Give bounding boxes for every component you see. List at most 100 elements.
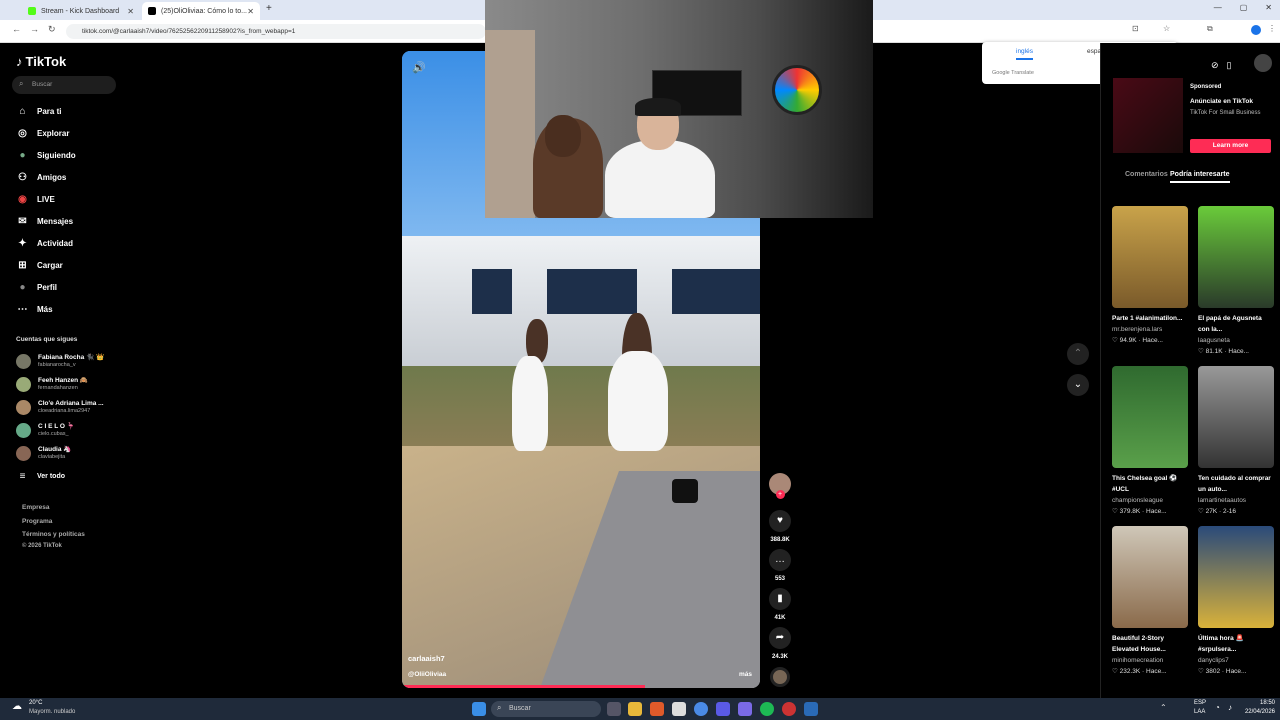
scroll-down-button[interactable]: ⌄ xyxy=(1067,374,1089,396)
creator-avatar[interactable]: + xyxy=(766,473,794,499)
avatar xyxy=(16,445,31,461)
gift-icon[interactable]: ⊘ xyxy=(1211,60,1219,71)
browser-tab-tiktok[interactable]: (25)OliOliviaa: Cómo lo to... ✕ xyxy=(142,2,260,20)
learn-more-button[interactable]: Learn more xyxy=(1190,139,1271,153)
task-view-icon[interactable] xyxy=(607,702,621,716)
following-account[interactable]: Claudia 🦄 claviabejita xyxy=(16,443,71,463)
nav-item-amigos[interactable]: ⚇ Amigos xyxy=(16,169,66,185)
nav-item-actividad[interactable]: ✦ Actividad xyxy=(16,235,73,251)
nav-item-perfil[interactable]: ● Perfil xyxy=(16,279,57,295)
user-avatar[interactable] xyxy=(1254,54,1272,72)
video-sound[interactable]: @OliiOliviaa xyxy=(408,671,446,678)
volume-icon[interactable]: ♪ xyxy=(1228,703,1232,712)
more-link[interactable]: más xyxy=(739,671,752,678)
search-input[interactable]: ⌕ Buscar xyxy=(12,76,116,94)
share-button[interactable]: ➦ 24.3K xyxy=(766,627,794,660)
maximize-icon[interactable]: ▢ xyxy=(1240,3,1248,12)
nav-item-cargar[interactable]: ⊞ Cargar xyxy=(16,257,63,273)
stream-webcam-overlay xyxy=(485,0,873,218)
suggested-video-card[interactable]: Ten cuidado al comprar un auto... lamarti… xyxy=(1198,366,1274,517)
notepad-icon[interactable] xyxy=(672,702,686,716)
weather-temp: 20°C xyxy=(29,700,43,706)
reload-icon[interactable]: ↻ xyxy=(48,24,56,35)
comment-button[interactable]: … 553 xyxy=(766,549,794,582)
footer-link-empresa[interactable]: Empresa xyxy=(22,504,49,511)
nav-item-mensajes[interactable]: ✉ Mensajes xyxy=(16,213,73,229)
follow-plus-icon[interactable]: + xyxy=(775,490,785,499)
compass-icon: ◎ xyxy=(18,127,27,139)
scroll-up-button[interactable]: ⌃ xyxy=(1067,343,1089,365)
brave-icon[interactable] xyxy=(650,702,664,716)
profile-icon: ● xyxy=(19,281,26,293)
taskbar-search[interactable]: ⌕ Buscar xyxy=(491,701,601,717)
app-icon[interactable] xyxy=(782,702,796,716)
footer-link-terminos[interactable]: Términos y políticas xyxy=(22,531,85,538)
kick-favicon xyxy=(28,7,36,15)
tiktok-sidebar: ♪ TikTok ⌕ Buscar ⌂ Para ti ◎ Explorar ● Sigu… xyxy=(0,43,130,698)
language-indicator[interactable]: ESP xyxy=(1194,700,1206,706)
see-all-link[interactable]: ≡ Ver todo xyxy=(16,468,65,484)
tab-podria-interesarte[interactable]: Podría interesarte xyxy=(1170,171,1230,183)
suggested-video-card[interactable]: Beautiful 2-Story Elevated House... minih… xyxy=(1112,526,1188,677)
extensions-icon[interactable]: ⧉ xyxy=(1207,24,1213,34)
browser-tab-kick[interactable]: Stream - Kick Dashboard ✕ xyxy=(22,2,140,20)
video-progress-bar[interactable] xyxy=(402,685,646,688)
tiktok-logo[interactable]: ♪ TikTok xyxy=(16,54,66,69)
profile-avatar[interactable] xyxy=(1251,25,1261,35)
volume-icon[interactable]: 🔊 xyxy=(412,61,426,74)
teams-icon[interactable] xyxy=(716,702,730,716)
new-tab-button[interactable]: + xyxy=(266,3,272,14)
menu-icon[interactable]: ⋮ xyxy=(1268,24,1276,33)
video-username[interactable]: carlaaish7 xyxy=(408,654,445,663)
suggested-video-card[interactable]: Parte 1 #alanimatilon... mr.berenjena.lar… xyxy=(1112,206,1188,346)
url-field[interactable]: tiktok.com/@carlaaish7/video/76252562209… xyxy=(66,24,486,39)
like-button[interactable]: ♥ 388.8K xyxy=(766,510,794,543)
tray-chevron-icon[interactable]: ⌃ xyxy=(1160,703,1167,712)
phone-icon[interactable]: ▯ xyxy=(1227,60,1232,71)
suggested-video-card[interactable]: Última hora 🚨 #srpulsera... danyclips7 ♡ 3… xyxy=(1198,526,1274,677)
ad-image[interactable] xyxy=(1113,78,1183,153)
close-tab-icon[interactable]: ✕ xyxy=(127,7,134,16)
tab-comentarios[interactable]: Comentarios xyxy=(1125,171,1168,178)
close-tab-icon[interactable]: ✕ xyxy=(247,7,254,16)
following-account[interactable]: Fabiana Rocha 🐈‍⬛ 👑 fabianarocha_v xyxy=(16,351,104,371)
tiktok-note-icon: ♪ xyxy=(16,54,23,69)
video-person xyxy=(512,356,548,451)
bookmark-star-icon[interactable]: ☆ xyxy=(1163,24,1170,33)
avatar xyxy=(16,399,31,415)
messages-icon: ✉ xyxy=(18,215,27,227)
chrome-icon[interactable] xyxy=(694,702,708,716)
clock-time[interactable]: 18:50 xyxy=(1243,700,1275,706)
footer-link-programa[interactable]: Programa xyxy=(22,518,52,525)
following-account[interactable]: C I E L O 🦩 cielo.cubas_ xyxy=(16,420,75,440)
weather-icon[interactable]: ☁ xyxy=(12,701,22,712)
minimize-icon[interactable]: — xyxy=(1214,3,1222,12)
close-window-icon[interactable]: ✕ xyxy=(1265,3,1272,12)
friends-icon: ⚇ xyxy=(18,171,27,183)
following-account[interactable]: Feeh Hanzen 🙈 fernandahanzen xyxy=(16,374,88,394)
translate-tab-source[interactable]: inglés xyxy=(1016,48,1033,60)
nav-item-para-ti[interactable]: ⌂ Para ti xyxy=(16,103,61,119)
weather-desc: Mayorm. nublado xyxy=(29,709,76,715)
music-disc[interactable] xyxy=(766,667,794,687)
nav-item-explorar[interactable]: ◎ Explorar xyxy=(16,125,69,141)
suggested-video-card[interactable]: El papá de Agusneta con la... laagusneta ♡… xyxy=(1198,206,1274,357)
following-account[interactable]: Clo'e Adriana Lima ... cloeadriana.lima29… xyxy=(16,397,104,417)
obs-icon[interactable] xyxy=(738,702,752,716)
translate-icon[interactable]: ⊡ xyxy=(1132,24,1139,33)
nav-item-live[interactable]: ◉ LIVE xyxy=(16,191,55,207)
spotify-icon[interactable] xyxy=(760,702,774,716)
bookmark-button[interactable]: ▮ 41K xyxy=(766,588,794,621)
steam-icon[interactable] xyxy=(804,702,818,716)
forward-icon[interactable]: → xyxy=(30,24,39,34)
wifi-icon[interactable]: ◔ xyxy=(1215,703,1220,712)
back-icon[interactable]: ← xyxy=(12,24,21,34)
nav-item-siguiendo[interactable]: ● Siguiendo xyxy=(16,147,75,163)
nav-item-mas[interactable]: ⋯ Más xyxy=(16,301,53,317)
ad-title[interactable]: Anúnciate en TikTok xyxy=(1190,98,1253,105)
copyright: © 2026 TikTok xyxy=(22,543,62,549)
file-explorer-icon[interactable] xyxy=(628,702,642,716)
suggested-video-card[interactable]: This Chelsea goal ⚽ #UCL championsleague ♡… xyxy=(1112,366,1188,517)
bookmark-icon: ▮ xyxy=(769,588,791,610)
start-icon[interactable] xyxy=(472,702,486,716)
